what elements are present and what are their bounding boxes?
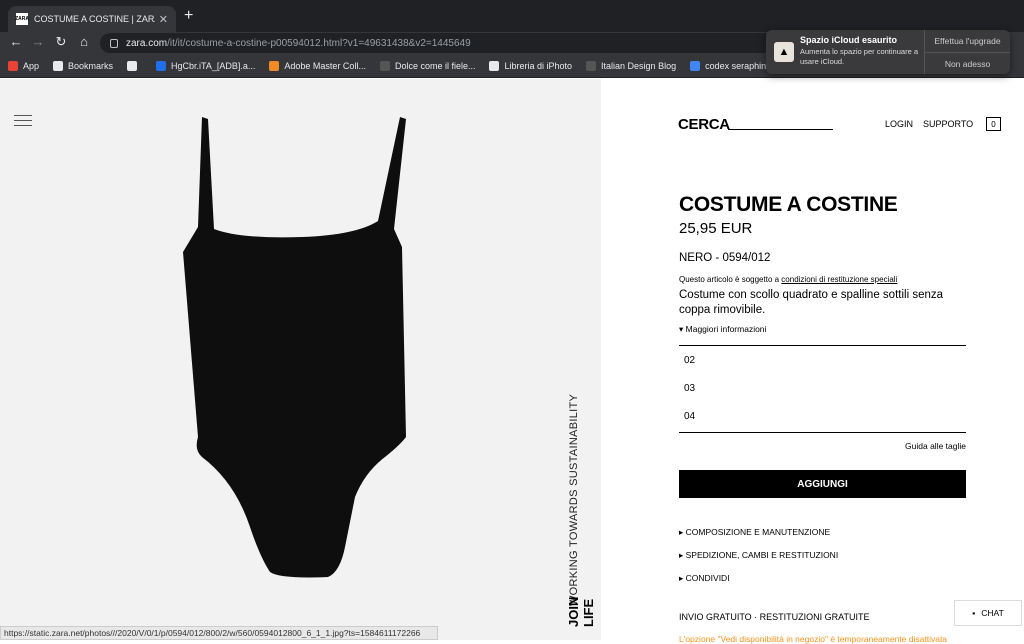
notification-body: Aumenta lo spazio per continuare a usare… <box>800 47 918 66</box>
sustainability-label[interactable]: WORKING TOWARDS SUSTAINABILITY <box>568 394 580 606</box>
forward-arrow-icon[interactable]: → <box>30 34 46 49</box>
bookmark-item[interactable]: App <box>8 60 39 71</box>
tab-close-icon[interactable]: ✕ <box>159 13 168 26</box>
icloud-notification: ▲ Spazio iCloud esaurito Aumenta lo spaz… <box>766 30 1010 74</box>
tab-bar: ZARA COSTUME A COSTINE | ZARA It ✕ + <box>0 0 1024 32</box>
more-info-toggle[interactable]: ▾ Maggiori informazioni <box>679 324 766 335</box>
product-color: NERO - 0594/012 <box>679 252 771 264</box>
star-icon <box>53 60 64 71</box>
add-to-cart-button[interactable]: AGGIUNGI <box>679 470 966 498</box>
browser-tab[interactable]: ZARA COSTUME A COSTINE | ZARA It ✕ <box>8 6 176 32</box>
size-guide-link[interactable]: Guida alle taglie <box>905 441 966 451</box>
back-arrow-icon[interactable]: ← <box>8 34 24 49</box>
search-input[interactable] <box>728 129 833 130</box>
product-image <box>183 117 406 578</box>
menu-icon[interactable] <box>14 115 32 130</box>
ps-icon <box>156 60 167 71</box>
return-conditions-link[interactable]: condizioni di restituzione speciali <box>781 275 897 284</box>
bookmark-item[interactable]: Italian Design Blog <box>586 60 676 71</box>
bookmark-item[interactable]: Dolce come il fiele... <box>379 60 475 71</box>
return-notice: Questo articolo è soggetto a condizioni … <box>679 275 898 284</box>
zara-favicon-icon: ZARA <box>15 13 29 25</box>
size-option[interactable]: 02 <box>684 355 695 366</box>
bookmark-item[interactable]: Adobe Master Coll... <box>269 60 366 71</box>
address-bar[interactable]: zara.com/it/it/costume-a-costine-p005940… <box>100 33 780 53</box>
url-text: zara.com/it/it/costume-a-costine-p005940… <box>126 37 471 49</box>
icloud-storage-icon: ▲ <box>774 42 794 62</box>
status-bar-url: https://static.zara.net/photos///2020/V/… <box>0 626 438 640</box>
size-option[interactable]: 04 <box>684 411 695 422</box>
store-availability-notice: L'opzione "Vedi disponibilità in negozio… <box>679 634 948 644</box>
bookmark-item[interactable]: Libreria di iPhoto <box>489 60 572 71</box>
apps-grid-icon <box>8 60 18 71</box>
free-shipping-text: INVIO GRATUITO · RESTITUZIONI GRATUITE <box>679 612 870 622</box>
join-life-logo[interactable]: JOIN LIFE <box>566 592 596 627</box>
chat-icon: ▪ <box>972 608 976 618</box>
product-price: 25,95 EUR <box>679 220 753 237</box>
bookmark-item[interactable]: HgCbr.iTA_[ADB].a... <box>156 60 255 71</box>
not-now-button[interactable]: Non adesso <box>925 52 1010 74</box>
upgrade-button[interactable]: Effettua l'upgrade <box>925 30 1010 52</box>
reload-icon[interactable]: ↻ <box>53 34 69 50</box>
product-detail-panel: CERCA LOGIN SUPPORTO 0 COSTUME A COSTINE… <box>601 79 1024 644</box>
home-icon[interactable]: ⌂ <box>76 34 92 49</box>
accordion-shipping[interactable]: ▸ SPEDIZIONE, CAMBI E RESTITUZIONI <box>679 550 838 561</box>
bookmark-item[interactable] <box>127 60 142 71</box>
google-icon <box>690 60 701 71</box>
search-label[interactable]: CERCA <box>678 116 730 133</box>
size-option[interactable]: 03 <box>684 383 695 394</box>
accordion-share[interactable]: ▸ CONDIVIDI <box>679 573 730 584</box>
blog-icon <box>379 60 390 71</box>
bookmark-item[interactable]: Bookmarks <box>53 60 113 71</box>
login-link[interactable]: LOGIN <box>885 119 913 129</box>
lock-icon <box>110 38 118 48</box>
blog-icon <box>586 60 597 71</box>
notification-title: Spazio iCloud esaurito <box>800 35 898 45</box>
new-tab-icon[interactable]: + <box>184 7 193 25</box>
globe-icon <box>489 60 500 71</box>
size-list: 02 03 04 <box>679 345 966 433</box>
accordion-composition[interactable]: ▸ COMPOSIZIONE E MANUTENZIONE <box>679 527 830 538</box>
product-description: Costume con scollo quadrato e spalline s… <box>679 289 944 316</box>
chat-button[interactable]: ▪ CHAT <box>954 600 1022 626</box>
product-image-panel: WORKING TOWARDS SUSTAINABILITY JOIN LIFE <box>0 79 601 640</box>
support-link[interactable]: SUPPORTO <box>923 119 973 129</box>
product-title: COSTUME A COSTINE <box>679 193 898 216</box>
tab-title: COSTUME A COSTINE | ZARA It <box>34 14 155 24</box>
adobe-icon <box>269 60 280 71</box>
shopping-bag-icon[interactable]: 0 <box>986 117 1001 131</box>
globe-icon <box>127 60 138 71</box>
